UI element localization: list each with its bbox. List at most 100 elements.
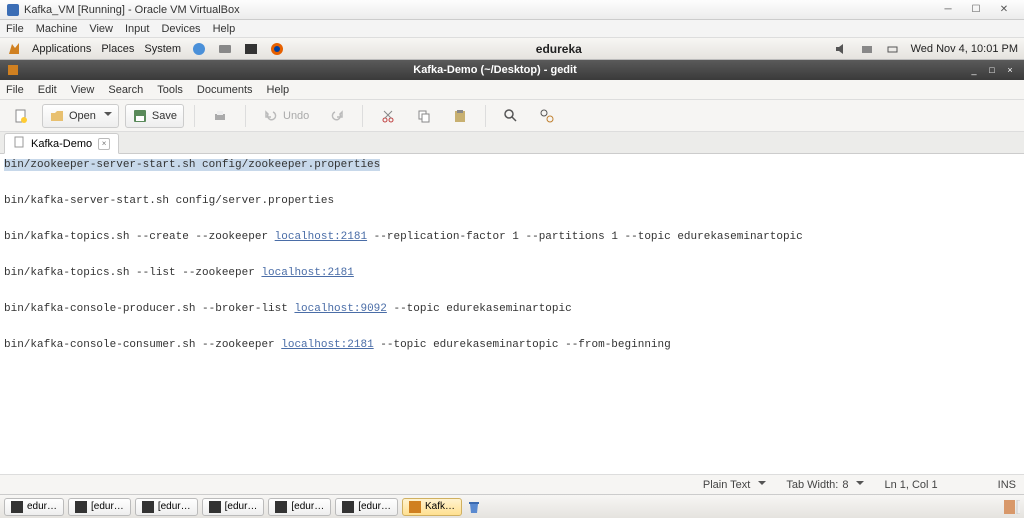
gnome-taskbar: edur… [edur… [edur… [edur… [edur… [edur…… xyxy=(0,494,1024,518)
open-label: Open xyxy=(69,110,96,122)
terminal-icon xyxy=(142,501,154,513)
search-icon xyxy=(503,108,519,124)
task-item[interactable]: [edur… xyxy=(135,498,198,516)
vbox-menu-input[interactable]: Input xyxy=(125,23,149,35)
gedit-icon xyxy=(6,63,20,77)
gedit-maximize-button[interactable]: □ xyxy=(984,63,1000,77)
task-item[interactable]: edur… xyxy=(4,498,64,516)
gedit-minimize-button[interactable]: _ xyxy=(966,63,982,77)
gedit-tabbar: Kafka-Demo × xyxy=(0,132,1024,154)
panel-applications[interactable]: Applications xyxy=(32,43,91,55)
paste-button[interactable] xyxy=(445,104,475,128)
terminal-icon[interactable] xyxy=(243,41,259,57)
paste-icon xyxy=(452,108,468,124)
undo-button[interactable]: Undo xyxy=(256,104,316,128)
tab-close-icon[interactable]: × xyxy=(98,138,110,150)
separator xyxy=(245,105,246,127)
vbox-menu-machine[interactable]: Machine xyxy=(36,23,78,35)
vbox-menubar: File Machine View Input Devices Help xyxy=(0,20,1024,38)
gedit-title: Kafka-Demo (~/Desktop) - gedit xyxy=(26,64,964,76)
vbox-icon xyxy=(6,3,20,17)
task-item[interactable]: [edur… xyxy=(68,498,131,516)
gedit-icon xyxy=(409,501,421,513)
panel-center-title: edureka xyxy=(285,42,833,56)
gedit-statusbar: Plain Text Tab Width:8 Ln 1, Col 1 INS xyxy=(0,474,1024,494)
vbox-menu-devices[interactable]: Devices xyxy=(161,23,200,35)
cursor-position: Ln 1, Col 1 xyxy=(884,479,937,491)
editor-line: bin/kafka-topics.sh --create --zookeeper… xyxy=(4,228,1020,246)
battery-icon[interactable] xyxy=(885,41,901,57)
gedit-menu-help[interactable]: Help xyxy=(267,84,290,96)
editor-line: bin/kafka-server-start.sh config/server.… xyxy=(4,192,1020,210)
separator xyxy=(362,105,363,127)
editor-line xyxy=(4,282,1020,300)
insert-mode: INS xyxy=(998,479,1016,491)
editor-line xyxy=(4,210,1020,228)
maximize-button[interactable]: ☐ xyxy=(962,2,990,18)
text-editor[interactable]: bin/zookeeper-server-start.sh config/zoo… xyxy=(0,154,1024,474)
vbox-menu-help[interactable]: Help xyxy=(213,23,236,35)
terminal-icon xyxy=(75,501,87,513)
tabwidth-selector[interactable]: Tab Width:8 xyxy=(786,478,864,492)
terminal-icon xyxy=(11,501,23,513)
gedit-menu-file[interactable]: File xyxy=(6,84,24,96)
volume-icon[interactable] xyxy=(833,41,849,57)
cut-button[interactable] xyxy=(373,104,403,128)
new-button[interactable] xyxy=(6,104,36,128)
vbox-titlebar: Kafka_VM [Running] - Oracle VM VirtualBo… xyxy=(0,0,1024,20)
save-button[interactable]: Save xyxy=(125,104,184,128)
terminal-icon xyxy=(209,501,221,513)
task-item[interactable]: [edur… xyxy=(202,498,265,516)
task-item[interactable]: [edur… xyxy=(268,498,331,516)
editor-tab[interactable]: Kafka-Demo × xyxy=(4,133,119,154)
save-icon xyxy=(132,108,148,124)
browser-icon[interactable] xyxy=(191,41,207,57)
network-icon[interactable] xyxy=(859,41,875,57)
panel-system[interactable]: System xyxy=(144,43,181,55)
editor-line xyxy=(4,246,1020,264)
firefox-icon[interactable] xyxy=(269,41,285,57)
vbox-menu-view[interactable]: View xyxy=(89,23,113,35)
task-item[interactable]: [edur… xyxy=(335,498,398,516)
copy-button[interactable] xyxy=(409,104,439,128)
gedit-menu-edit[interactable]: Edit xyxy=(38,84,57,96)
panel-clock[interactable]: Wed Nov 4, 10:01 PM xyxy=(911,43,1018,55)
mail-icon[interactable] xyxy=(217,41,233,57)
save-label: Save xyxy=(152,110,177,122)
gedit-close-button[interactable]: × xyxy=(1002,63,1018,77)
task-item-active[interactable]: Kafk… xyxy=(402,498,462,516)
vbox-menu-file[interactable]: File xyxy=(6,23,24,35)
gnome-foot-icon[interactable] xyxy=(6,41,22,57)
gedit-menu-view[interactable]: View xyxy=(71,84,95,96)
find-replace-button[interactable] xyxy=(532,104,562,128)
editor-line: bin/zookeeper-server-start.sh config/zoo… xyxy=(4,159,380,171)
gedit-toolbar: Open Save Undo xyxy=(0,100,1024,132)
redo-button[interactable] xyxy=(322,104,352,128)
new-file-icon xyxy=(13,108,29,124)
find-replace-icon xyxy=(539,108,555,124)
close-button[interactable]: ✕ xyxy=(990,2,1018,18)
copy-icon xyxy=(416,108,432,124)
undo-icon xyxy=(263,108,279,124)
editor-line xyxy=(4,318,1020,336)
gedit-menubar: File Edit View Search Tools Documents He… xyxy=(0,80,1024,100)
undo-label: Undo xyxy=(283,110,309,122)
open-button[interactable]: Open xyxy=(42,104,119,128)
editor-line: bin/kafka-console-consumer.sh --zookeepe… xyxy=(4,336,1020,354)
gedit-menu-search[interactable]: Search xyxy=(108,84,143,96)
syntax-selector[interactable]: Plain Text xyxy=(703,478,767,492)
workspace-switcher[interactable] xyxy=(1004,499,1020,515)
chevron-down-icon xyxy=(852,478,864,492)
terminal-icon xyxy=(275,501,287,513)
find-button[interactable] xyxy=(496,104,526,128)
vbox-title: Kafka_VM [Running] - Oracle VM VirtualBo… xyxy=(24,4,934,16)
separator xyxy=(485,105,486,127)
trash-icon[interactable] xyxy=(466,499,482,515)
panel-places[interactable]: Places xyxy=(101,43,134,55)
gedit-menu-documents[interactable]: Documents xyxy=(197,84,253,96)
document-icon xyxy=(13,136,25,151)
print-button[interactable] xyxy=(205,104,235,128)
minimize-button[interactable]: ─ xyxy=(934,2,962,18)
chevron-down-icon xyxy=(100,109,112,123)
gedit-menu-tools[interactable]: Tools xyxy=(157,84,183,96)
